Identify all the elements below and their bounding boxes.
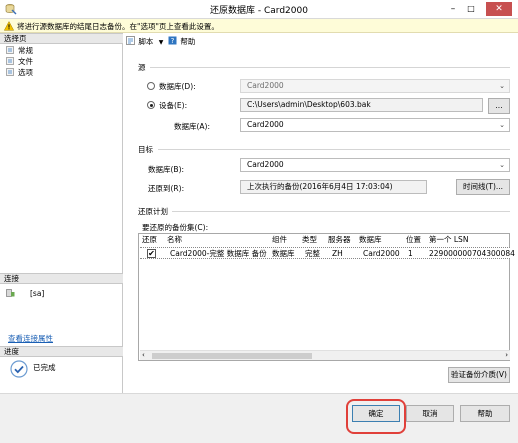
chevron-down-icon: ⌄ (499, 161, 505, 169)
scroll-left-icon[interactable]: ‹ (142, 351, 145, 360)
help-icon: ? (168, 36, 177, 45)
close-button[interactable]: ✕ (486, 2, 512, 16)
completed-check-icon (10, 360, 28, 378)
browse-device-button[interactable]: ... (488, 98, 510, 114)
column-header-server[interactable]: 服务器 (328, 235, 351, 245)
chevron-down-icon: ▼ (158, 39, 164, 46)
chevron-down-icon: ⌄ (499, 82, 505, 90)
help-toolbar-label: 帮助 (180, 37, 196, 46)
destination-database-label: 数据库(B): (148, 165, 185, 174)
server-connection-icon (6, 289, 15, 297)
page-item-general[interactable]: 常规 (6, 45, 33, 56)
row-name: Card2000-完整 数据库 备份 (170, 249, 267, 258)
help-button[interactable]: 帮助 (460, 405, 510, 422)
progress-header: 进度 (0, 346, 123, 357)
row-database: Card2000 (363, 249, 400, 258)
source-device-path[interactable]: C:\Users\admin\Desktop\603.bak (240, 98, 483, 112)
restore-to-field: 上次执行的备份(2016年6月4日 17:03:04) (240, 180, 427, 194)
page-icon (6, 46, 14, 54)
help-toolbar-button[interactable]: ? 帮助 (168, 36, 195, 48)
page-label-options: 选项 (18, 68, 33, 77)
progress-status: 已完成 (33, 363, 56, 372)
svg-text:?: ? (171, 37, 175, 45)
restore-to-label: 还原到(R): (148, 184, 185, 193)
restore-plan-divider (172, 211, 510, 212)
view-connection-properties-link[interactable]: 查看连接属性 (8, 333, 53, 344)
column-header-type[interactable]: 类型 (302, 235, 317, 245)
row-first-lsn: 229000000704300084 (429, 249, 515, 258)
maximize-button[interactable]: □ (463, 2, 479, 16)
source-database-value: Card2000 (247, 81, 284, 90)
connection-item: [sa] (6, 288, 44, 299)
restore-plan-section-title: 还原计划 (138, 207, 168, 216)
row-server: ZH (332, 249, 343, 258)
connection-user: [sa] (30, 289, 45, 298)
device-database-value: Card2000 (247, 120, 284, 129)
timeline-button[interactable]: 时间线(T)... (456, 179, 510, 195)
column-header-database[interactable]: 数据库 (359, 235, 382, 245)
device-database-select[interactable]: Card2000 ⌄ (240, 118, 510, 132)
page-icon (6, 68, 14, 76)
restore-checkbox[interactable]: ✔ (147, 249, 156, 258)
column-header-restore[interactable]: 还原 (142, 235, 157, 245)
horizontal-scrollbar[interactable]: ‹ › (140, 350, 510, 360)
connection-header: 连接 (0, 273, 123, 284)
page-label-files: 文件 (18, 57, 33, 66)
source-divider (150, 67, 510, 68)
window-title: 还原数据库 - Card2000 (210, 6, 308, 16)
page-item-files[interactable]: 文件 (6, 56, 33, 67)
page-label-general: 常规 (18, 46, 33, 55)
source-database-select[interactable]: Card2000 ⌄ (240, 79, 510, 93)
source-database-radio-label: 数据库(D): (159, 82, 196, 91)
chevron-down-icon: ⌄ (499, 121, 505, 129)
script-icon (126, 36, 135, 45)
destination-database-select[interactable]: Card2000 ⌄ (240, 158, 510, 172)
row-component: 数据库 (272, 249, 295, 258)
source-device-radio-label: 设备(E): (159, 101, 188, 110)
column-header-name[interactable]: 名称 (167, 235, 182, 245)
title-bar: 还原数据库 - Card2000 – □ ✕ (0, 0, 518, 19)
minimize-button[interactable]: – (445, 2, 461, 16)
source-device-radio[interactable] (147, 101, 155, 109)
source-section-title: 源 (138, 63, 146, 72)
page-icon (6, 57, 14, 65)
left-pane: 选择页 常规 文件 选项 连接 [sa] 查看连接属性 进度 已完成 (0, 33, 123, 393)
verify-backup-media-button[interactable]: 验证备份介质(V) (448, 367, 510, 383)
select-page-header: 选择页 (0, 33, 123, 44)
scroll-right-icon[interactable]: › (505, 351, 508, 360)
backup-sets-grid[interactable]: 还原 名称 组件 类型 服务器 数据库 位置 第一个 LSN ✔ Card200… (138, 233, 515, 361)
device-database-label: 数据库(A): (174, 122, 211, 131)
page-item-options[interactable]: 选项 (6, 67, 33, 78)
row-position: 1 (408, 249, 413, 258)
backup-sets-label: 要还原的备份集(C): (142, 223, 209, 232)
source-database-radio[interactable] (147, 82, 155, 90)
script-label: 脚本 (138, 37, 154, 46)
destination-divider (158, 149, 510, 150)
column-header-position[interactable]: 位置 (406, 235, 421, 245)
script-menu-button[interactable]: 脚本 ▼ (126, 36, 163, 48)
warning-icon (4, 21, 14, 31)
warning-bar: 将进行源数据库的结尾日志备份。在"选项"页上查看此设置。 (0, 19, 518, 33)
scrollbar-thumb[interactable] (152, 353, 312, 359)
warning-text: 将进行源数据库的结尾日志备份。在"选项"页上查看此设置。 (17, 22, 219, 31)
column-header-component[interactable]: 组件 (272, 235, 287, 245)
ok-button[interactable]: 确定 (352, 405, 400, 422)
cancel-button[interactable]: 取消 (406, 405, 454, 422)
row-type: 完整 (305, 249, 320, 258)
destination-database-value: Card2000 (247, 160, 284, 169)
destination-section-title: 目标 (138, 145, 153, 154)
column-header-first-lsn[interactable]: 第一个 LSN (429, 235, 468, 245)
